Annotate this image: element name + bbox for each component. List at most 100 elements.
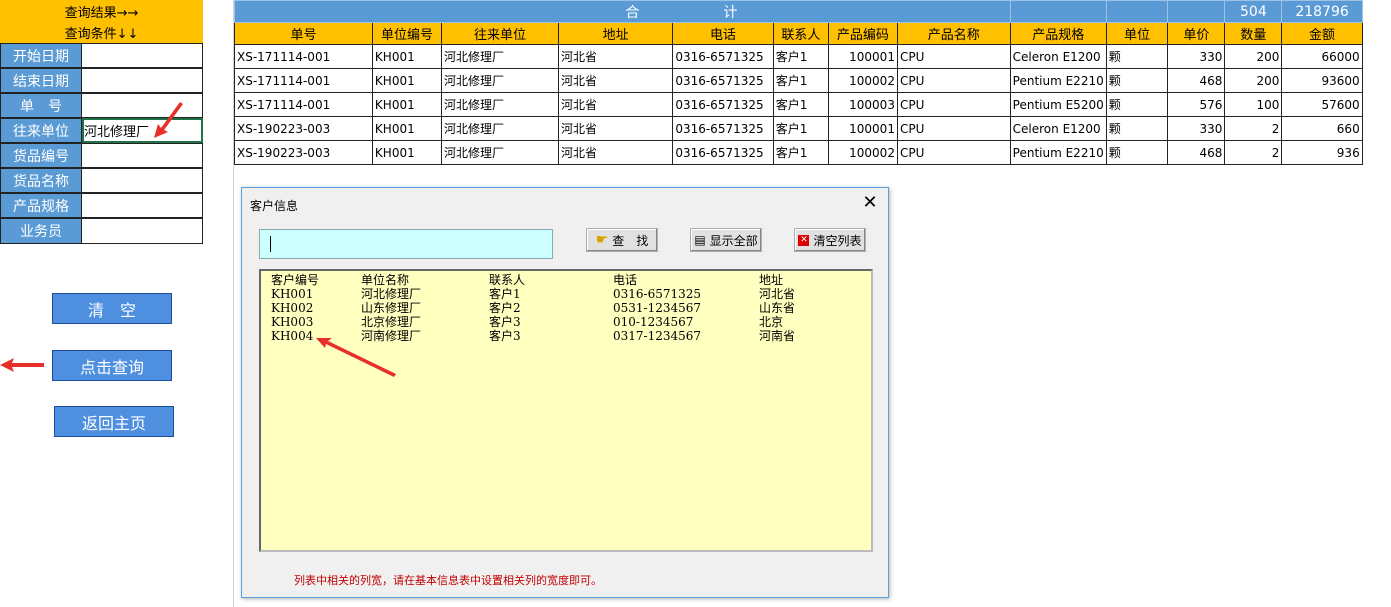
customer-list[interactable]: 客户编号 单位名称 联系人 电话 地址 KH001 河北修理厂 客户1 0316-6571325… (259, 269, 873, 552)
table-cell[interactable]: 100 (1224, 92, 1283, 117)
table-cell[interactable]: CPU (896, 44, 1011, 69)
column-header[interactable]: 单位 (1105, 22, 1169, 45)
table-cell[interactable]: XS-190223-003 (234, 116, 373, 141)
column-header[interactable]: 单位编号 (371, 22, 442, 45)
table-row[interactable]: XS-171114-001 KH001 河北修理厂 河北省 0316-6571325 客户… (234, 92, 1391, 117)
table-cell[interactable]: 河北修理厂 (440, 116, 559, 141)
field-input[interactable] (82, 68, 203, 93)
table-cell[interactable]: Pentium E5200 (1009, 92, 1107, 117)
column-header[interactable]: 地址 (557, 22, 674, 45)
table-cell[interactable]: 576 (1167, 92, 1226, 117)
column-header[interactable]: 产品名称 (896, 22, 1011, 45)
table-cell[interactable]: 330 (1167, 44, 1226, 69)
table-cell[interactable]: 河北修理厂 (440, 68, 559, 93)
table-cell[interactable]: 客户1 (772, 68, 829, 93)
field-input[interactable] (82, 168, 203, 193)
table-cell[interactable]: 0316-6571325 (672, 116, 774, 141)
table-cell[interactable]: XS-171114-001 (234, 68, 373, 93)
field-input[interactable] (82, 43, 203, 68)
column-header[interactable]: 产品规格 (1009, 22, 1107, 45)
table-cell[interactable]: 客户1 (772, 92, 829, 117)
table-cell[interactable]: Pentium E2210 (1009, 68, 1107, 93)
table-cell[interactable]: 2 (1224, 116, 1283, 141)
table-cell[interactable]: 河北修理厂 (440, 140, 559, 165)
find-button[interactable]: ☛ 查 找 (586, 228, 658, 252)
table-cell[interactable]: 河北省 (557, 68, 674, 93)
column-header[interactable]: 单价 (1167, 22, 1226, 45)
table-cell[interactable]: CPU (896, 116, 1011, 141)
table-cell[interactable]: 颗 (1105, 116, 1169, 141)
table-cell[interactable]: 468 (1167, 68, 1226, 93)
column-header[interactable]: 单号 (234, 22, 373, 45)
table-cell[interactable]: 0316-6571325 (672, 140, 774, 165)
table-cell[interactable]: CPU (896, 140, 1011, 165)
table-cell[interactable]: 0316-6571325 (672, 44, 774, 69)
column-header[interactable]: 联系人 (772, 22, 829, 45)
table-cell[interactable]: 客户1 (772, 116, 829, 141)
column-header[interactable]: 往来单位 (440, 22, 559, 45)
close-icon[interactable]: ✕ (860, 192, 880, 213)
table-cell[interactable]: 200 (1224, 44, 1283, 69)
home-button[interactable]: 返回主页 (54, 406, 174, 437)
table-cell[interactable]: 颗 (1105, 140, 1169, 165)
column-header[interactable]: 数量 (1224, 22, 1283, 45)
table-cell[interactable]: 330 (1167, 116, 1226, 141)
clear-button[interactable]: 清 空 (52, 293, 172, 324)
table-cell[interactable]: 颗 (1105, 68, 1169, 93)
table-cell[interactable]: 颗 (1105, 44, 1169, 69)
field-input[interactable] (82, 143, 203, 168)
field-input[interactable]: 河北修理厂 (82, 118, 203, 143)
table-cell[interactable]: 66000 (1281, 44, 1363, 69)
table-cell[interactable]: 0316-6571325 (672, 92, 774, 117)
table-cell[interactable]: 颗 (1105, 92, 1169, 117)
search-input[interactable] (259, 229, 553, 259)
column-header[interactable]: 金额 (1281, 22, 1363, 45)
field-input[interactable] (82, 193, 203, 218)
table-cell[interactable]: Celeron E1200 (1009, 44, 1107, 69)
table-cell[interactable]: KH001 (371, 92, 442, 117)
column-header[interactable]: 电话 (672, 22, 774, 45)
table-row[interactable]: XS-171114-001 KH001 河北修理厂 河北省 0316-6571325 客户… (234, 44, 1391, 69)
table-cell[interactable]: 2 (1224, 140, 1283, 165)
show-all-button[interactable]: ▤ 显示全部 (690, 228, 762, 252)
table-cell[interactable]: 93600 (1281, 68, 1363, 93)
table-cell[interactable]: 200 (1224, 68, 1283, 93)
table-cell[interactable]: 0316-6571325 (672, 68, 774, 93)
table-cell[interactable]: 100002 (827, 68, 898, 93)
table-cell[interactable]: Pentium E2210 (1009, 140, 1107, 165)
table-row[interactable]: XS-171114-001 KH001 河北修理厂 河北省 0316-6571325 客户… (234, 68, 1391, 93)
table-cell[interactable]: KH001 (371, 44, 442, 69)
field-input[interactable] (82, 218, 203, 244)
table-row[interactable]: XS-190223-003 KH001 河北修理厂 河北省 0316-6571325 客户… (234, 140, 1391, 165)
table-cell[interactable]: 河北修理厂 (440, 44, 559, 69)
table-cell[interactable]: CPU (896, 68, 1011, 93)
table-cell[interactable]: 468 (1167, 140, 1226, 165)
table-cell[interactable]: 100003 (827, 92, 898, 117)
table-row[interactable]: XS-190223-003 KH001 河北修理厂 河北省 0316-6571325 客户… (234, 116, 1391, 141)
table-cell[interactable]: 660 (1281, 116, 1363, 141)
table-cell[interactable]: KH001 (371, 116, 442, 141)
table-cell[interactable]: XS-171114-001 (234, 44, 373, 69)
table-cell[interactable]: 河北修理厂 (440, 92, 559, 117)
clear-list-button[interactable]: ✕ 清空列表 (794, 228, 866, 252)
table-cell[interactable]: 100001 (827, 116, 898, 141)
query-button[interactable]: 点击查询 (52, 350, 172, 381)
table-cell[interactable]: 57600 (1281, 92, 1363, 117)
table-cell[interactable]: 100001 (827, 44, 898, 69)
table-cell[interactable]: 100002 (827, 140, 898, 165)
table-cell[interactable]: XS-171114-001 (234, 92, 373, 117)
table-cell[interactable]: 河北省 (557, 92, 674, 117)
table-cell[interactable]: 客户1 (772, 44, 829, 69)
table-cell[interactable]: KH001 (371, 68, 442, 93)
table-cell[interactable]: 河北省 (557, 44, 674, 69)
table-cell[interactable]: CPU (896, 92, 1011, 117)
field-input[interactable] (82, 93, 203, 118)
column-header[interactable]: 产品编码 (827, 22, 898, 45)
table-cell[interactable]: 河北省 (557, 140, 674, 165)
table-cell[interactable]: 936 (1281, 140, 1363, 165)
table-cell[interactable]: Celeron E1200 (1009, 116, 1107, 141)
table-cell[interactable]: KH001 (371, 140, 442, 165)
table-cell[interactable]: 客户1 (772, 140, 829, 165)
table-cell[interactable]: XS-190223-003 (234, 140, 373, 165)
table-cell[interactable]: 河北省 (557, 116, 674, 141)
